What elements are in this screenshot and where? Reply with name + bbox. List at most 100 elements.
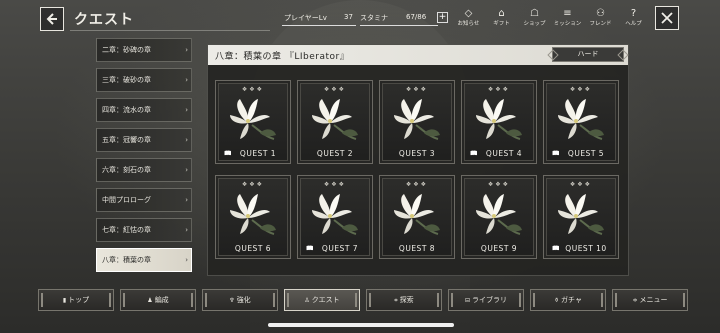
chevron-right-icon: › [185,196,188,204]
difficulty-diamonds-icon: ❖❖❖ [241,86,265,93]
nav-button[interactable]: ▮ トップ [38,289,114,311]
nav-button[interactable]: ♆ 強化 [202,289,278,311]
difficulty-diamonds-icon: ❖❖❖ [405,86,429,93]
nav-icon: ♟ [147,297,153,304]
quest-card[interactable]: ❖❖❖ 📖 QUEST 7 [297,175,373,259]
difficulty-diamonds-icon: ❖❖❖ [323,181,347,188]
lily-flower-icon [226,95,282,151]
stamina-underline [360,25,438,26]
difficulty-diamonds-icon: ❖❖❖ [405,181,429,188]
nav-button[interactable]: ⌗ 探索 [366,289,442,311]
chapter-item-7[interactable]: 七章：紅怙の章 › [96,218,192,242]
quest-label: QUEST 3 [398,149,436,158]
chapter-item-8[interactable]: 八章：積葉の章 › [96,248,192,272]
friend-button[interactable]: ⚇ フレンド [584,8,617,34]
friend-icon: ⚇ [596,8,605,19]
difficulty-diamonds-icon: ❖❖❖ [569,181,593,188]
nav-button[interactable]: ♙ クエスト [284,289,360,311]
player-level-value: 37 [344,13,353,21]
quest-label: QUEST 6 [234,244,272,253]
stamina-plus-button[interactable]: + [437,12,448,23]
lily-flower-icon [308,95,364,151]
nav-label: 探索 [399,296,414,304]
bottom-nav: ▮ トップ ♟ 編成 ♆ 強化 ♙ クエスト ⌗ 探索 ⊟ ライブラリ ⚱ ガチャ ≑ メニュー [38,289,694,311]
nav-icon: ▮ [62,297,67,304]
difficulty-toggle-button[interactable]: ハード [552,47,624,62]
nav-label: トップ [68,296,90,304]
gift-icon: ⌂ [498,8,505,19]
quest-card[interactable]: ❖❖❖ 📖 QUEST 5 [543,80,619,164]
news-button[interactable]: ◇ お知らせ [452,8,485,34]
title-divider [70,30,270,31]
lily-flower-icon [472,95,528,151]
back-button[interactable] [40,7,64,31]
quest-label: QUEST 9 [480,244,518,253]
news-label: お知らせ [457,21,480,27]
difficulty-diamonds-icon: ❖❖❖ [323,86,347,93]
nav-button[interactable]: ⚱ ガチャ [530,289,606,311]
nav-button[interactable]: ♟ 編成 [120,289,196,311]
arrow-left-icon [46,13,57,25]
quest-label: QUEST 5 [567,149,605,158]
chapter-label: 六章：刻石の章 [102,166,151,174]
shop-label: ショップ [523,21,546,27]
quest-label: QUEST 10 [565,244,607,253]
quest-label: QUEST 2 [316,149,354,158]
chapter-label: 二章：砂碑の章 [102,46,151,54]
close-button[interactable] [655,6,679,30]
top-icon-bar: ◇ お知らせ ⌂ ギフト ☖ ショップ ≡ ミッション ⚇ フレンド ? ヘルプ [452,8,650,34]
player-level-label: プレイヤーLv [284,14,327,22]
quest-card[interactable]: ❖❖❖ 📖 QUEST 1 [215,80,291,164]
help-button[interactable]: ? ヘルプ [617,8,650,34]
quest-card[interactable]: ❖❖❖ QUEST 8 [379,175,455,259]
nav-label: ライブラリ [472,296,508,304]
quest-card[interactable]: ❖❖❖ 📖 QUEST 10 [543,175,619,259]
quest-card[interactable]: ❖❖❖ QUEST 9 [461,175,537,259]
nav-button[interactable]: ⊟ ライブラリ [448,289,524,311]
lily-flower-icon [554,95,610,151]
chevron-right-icon: › [185,76,188,84]
nav-label: メニュー [639,296,668,304]
chapter-item-4[interactable]: 四章：流水の章 › [96,98,192,122]
chapter-item-3[interactable]: 三章：破砂の章 › [96,68,192,92]
shop-icon: ☖ [530,8,539,19]
nav-icon: ⌗ [394,297,398,304]
quest-card[interactable]: ❖❖❖ QUEST 6 [215,175,291,259]
page-title: クエスト [74,12,134,28]
nav-label: クエスト [311,296,340,304]
chapter-label: 中間プロローグ [102,196,151,204]
shop-button[interactable]: ☖ ショップ [518,8,551,34]
chapter-item-5[interactable]: 五章：冠響の章 › [96,128,192,152]
quest-label: QUEST 1 [239,149,277,158]
chevron-right-icon: › [185,46,188,54]
lily-flower-icon [390,190,446,246]
difficulty-diamonds-icon: ❖❖❖ [487,181,511,188]
chapter-item-2[interactable]: 二章：砂碑の章 › [96,38,192,62]
chapter-label: 四章：流水の章 [102,106,151,114]
chevron-right-icon: › [185,256,188,264]
nav-label: 強化 [236,296,251,304]
nav-label: 編成 [154,296,169,304]
quest-card[interactable]: ❖❖❖ 📖 QUEST 4 [461,80,537,164]
difficulty-diamonds-icon: ❖❖❖ [241,181,265,188]
chevron-right-icon: › [185,226,188,234]
home-indicator[interactable] [268,323,454,327]
mission-button[interactable]: ≡ ミッション [551,8,584,34]
chapter-item-6[interactable]: 六章：刻石の章 › [96,158,192,182]
gift-label: ギフト [493,21,510,27]
nav-button[interactable]: ≑ メニュー [612,289,688,311]
player-status: プレイヤーLv 37 スタミナ 67/86 [282,10,446,26]
nav-icon: ♆ [229,297,235,304]
stamina-label: スタミナ [360,14,388,22]
quest-card[interactable]: ❖❖❖ QUEST 3 [379,80,455,164]
gift-button[interactable]: ⌂ ギフト [485,8,518,34]
quest-label: QUEST 7 [321,244,359,253]
close-icon [661,12,673,24]
level-underline [282,25,356,26]
quest-card[interactable]: ❖❖❖ QUEST 2 [297,80,373,164]
lily-flower-icon [390,95,446,151]
nav-label: ガチャ [561,296,582,304]
chapter-item-interlude[interactable]: 中間プロローグ › [96,188,192,212]
chapter-label: 八章：積葉の章 [102,256,151,264]
chapter-label: 三章：破砂の章 [102,76,151,84]
